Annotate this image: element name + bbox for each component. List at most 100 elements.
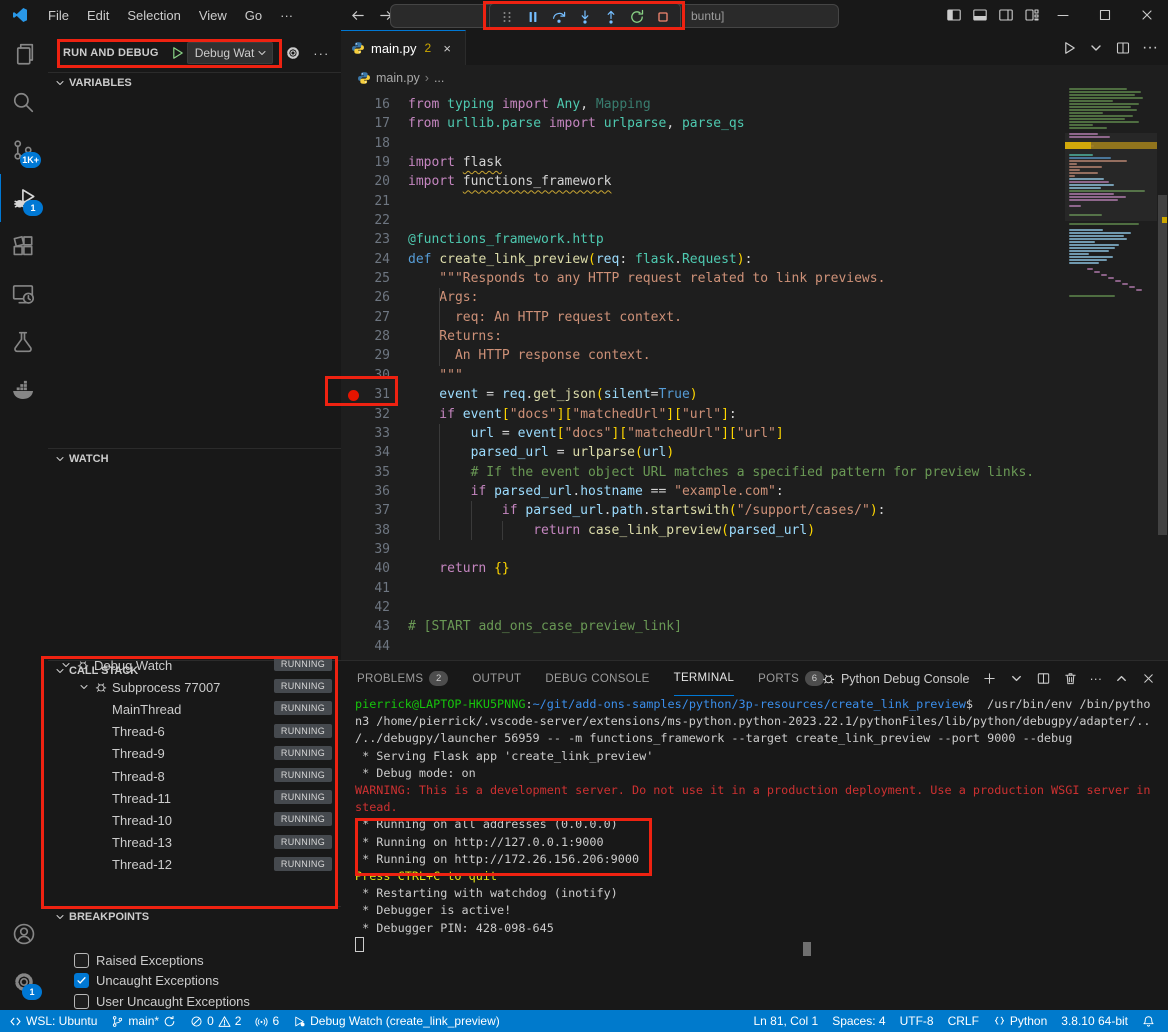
line-number[interactable]: 28: [341, 327, 390, 346]
activity-item-search[interactable]: [0, 78, 47, 126]
toggle-primary-sidebar-icon[interactable]: [946, 7, 962, 23]
line-number[interactable]: 21: [341, 192, 390, 211]
line-number[interactable]: 25: [341, 269, 390, 288]
call-stack-row-mainthread[interactable]: MainThreadRUNNING: [48, 698, 341, 720]
tab-terminal[interactable]: TERMINAL: [674, 662, 735, 696]
views-more-actions[interactable]: ···: [313, 46, 329, 61]
status-forwarded-ports[interactable]: 6: [248, 1010, 286, 1032]
line-number[interactable]: 41: [341, 579, 390, 598]
maximize-panel-icon[interactable]: [1114, 671, 1129, 686]
activity-item-testing[interactable]: [0, 318, 47, 366]
menu-view[interactable]: View: [190, 0, 236, 30]
line-number[interactable]: 35: [341, 463, 390, 482]
activity-item-explorer[interactable]: [0, 30, 47, 78]
tab-ports[interactable]: PORTS6: [758, 662, 824, 696]
breakpoint-row-user-uncaught-exceptions[interactable]: User Uncaught Exceptions: [48, 991, 341, 1012]
scrollbar-thumb[interactable]: [1158, 195, 1167, 535]
minimize-button[interactable]: [1042, 0, 1084, 30]
close-panel-icon[interactable]: [1141, 671, 1156, 686]
terminal-dropdown-chevron-icon[interactable]: [1009, 671, 1024, 686]
stop-icon[interactable]: [650, 5, 676, 29]
line-number[interactable]: 24: [341, 250, 390, 269]
status-remote-indicator[interactable]: WSL: Ubuntu: [2, 1010, 104, 1032]
tab-main-py[interactable]: main.py 2 ×: [341, 30, 466, 65]
section-variables[interactable]: VARIABLES: [48, 72, 341, 93]
run-dropdown-chevron-icon[interactable]: [1088, 40, 1104, 56]
activity-item-accounts[interactable]: [0, 910, 48, 958]
status-language-mode[interactable]: Python: [986, 1010, 1054, 1032]
call-stack-row-thread-9[interactable]: Thread-9RUNNING: [48, 743, 341, 765]
status-python-interpreter[interactable]: 3.8.10 64-bit: [1054, 1010, 1135, 1032]
menu-selection[interactable]: Selection: [118, 0, 189, 30]
launch-configuration-dropdown[interactable]: Debug Wat: [187, 42, 274, 64]
call-stack-row-debug-watch[interactable]: Debug WatchRUNNING: [48, 654, 341, 676]
toolbar-drag-handle[interactable]: [494, 5, 520, 29]
call-stack-row-thread-13[interactable]: Thread-13RUNNING: [48, 832, 341, 854]
line-number[interactable]: 16: [341, 95, 390, 114]
breakpoint-checkbox[interactable]: [74, 973, 89, 988]
breadcrumb-file[interactable]: main.py: [376, 71, 420, 85]
line-number[interactable]: 18: [341, 134, 390, 153]
activity-item-source-control[interactable]: 1K+: [0, 126, 47, 174]
line-number[interactable]: 37: [341, 501, 390, 520]
line-number[interactable]: 36: [341, 482, 390, 501]
breakpoint-checkbox[interactable]: [74, 994, 89, 1009]
call-stack-row-thread-12[interactable]: Thread-12RUNNING: [48, 854, 341, 876]
activity-item-extensions[interactable]: [0, 222, 47, 270]
tab-close-icon[interactable]: ×: [439, 41, 455, 56]
new-terminal-icon[interactable]: [982, 671, 997, 686]
close-button[interactable]: [1126, 0, 1168, 30]
section-breakpoints[interactable]: BREAKPOINTS: [48, 906, 341, 927]
line-number[interactable]: 19: [341, 153, 390, 172]
tab-output[interactable]: OUTPUT: [472, 662, 521, 696]
line-number[interactable]: 32: [341, 405, 390, 424]
configure-gear-icon[interactable]: [285, 45, 301, 61]
code-area[interactable]: 16from typing import Any, Mapping17from …: [341, 95, 1065, 656]
line-number[interactable]: 30: [341, 366, 390, 385]
line-number[interactable]: 43: [341, 617, 390, 636]
line-number[interactable]: 38: [341, 521, 390, 540]
toggle-secondary-sidebar-icon[interactable]: [998, 7, 1014, 23]
customize-layout-icon[interactable]: [1024, 7, 1040, 23]
split-terminal-icon[interactable]: [1036, 671, 1051, 686]
terminal-output[interactable]: pierrick@LAPTOP-HKU5PNNG:~/git/add-ons-s…: [341, 696, 1168, 1010]
split-editor-icon[interactable]: [1115, 40, 1131, 56]
status-cursor-position[interactable]: Ln 81, Col 1: [746, 1010, 825, 1032]
line-number[interactable]: 17: [341, 114, 390, 133]
activity-item-docker[interactable]: [0, 366, 47, 414]
status-problems-status[interactable]: 02: [183, 1010, 248, 1032]
status-encoding[interactable]: UTF-8: [893, 1010, 941, 1032]
line-number[interactable]: 22: [341, 211, 390, 230]
line-number[interactable]: 29: [341, 346, 390, 365]
call-stack-row-thread-8[interactable]: Thread-8RUNNING: [48, 765, 341, 787]
menu-go[interactable]: Go: [236, 0, 271, 30]
line-number[interactable]: 20: [341, 172, 390, 191]
line-number[interactable]: 42: [341, 598, 390, 617]
status-notifications[interactable]: [1135, 1010, 1162, 1032]
activity-item-run-and-debug[interactable]: 1: [0, 174, 49, 222]
line-number[interactable]: 40: [341, 559, 390, 578]
breadcrumb[interactable]: main.py › ...: [341, 65, 1168, 91]
tab-problems[interactable]: PROBLEMS2: [357, 662, 448, 696]
call-stack-row-thread-11[interactable]: Thread-11RUNNING: [48, 787, 341, 809]
breakpoint-glyph[interactable]: [348, 390, 359, 401]
call-stack-row-thread-10[interactable]: Thread-10RUNNING: [48, 809, 341, 831]
breakpoint-row-uncaught-exceptions[interactable]: Uncaught Exceptions: [48, 971, 341, 992]
activity-item-manage[interactable]: 1: [0, 958, 48, 1006]
step-into-icon[interactable]: [572, 5, 598, 29]
menu-edit[interactable]: Edit: [78, 0, 118, 30]
breakpoint-row-raised-exceptions[interactable]: Raised Exceptions: [48, 950, 341, 971]
status-indentation[interactable]: Spaces: 4: [825, 1010, 892, 1032]
status-branch-status[interactable]: main*: [104, 1010, 183, 1032]
maximize-button[interactable]: [1084, 0, 1126, 30]
status-end-of-line[interactable]: CRLF: [941, 1010, 986, 1032]
line-number[interactable]: 26: [341, 288, 390, 307]
restart-icon[interactable]: [624, 5, 650, 29]
tab-debug-console[interactable]: DEBUG CONSOLE: [545, 662, 649, 696]
activity-item-remote-explorer[interactable]: [0, 270, 47, 318]
line-number[interactable]: 33: [341, 424, 390, 443]
breakpoint-checkbox[interactable]: [74, 953, 89, 968]
status-debug-session-status[interactable]: Debug Watch (create_link_preview): [286, 1010, 507, 1032]
menu-file[interactable]: File: [39, 0, 78, 30]
line-number[interactable]: 44: [341, 637, 390, 656]
